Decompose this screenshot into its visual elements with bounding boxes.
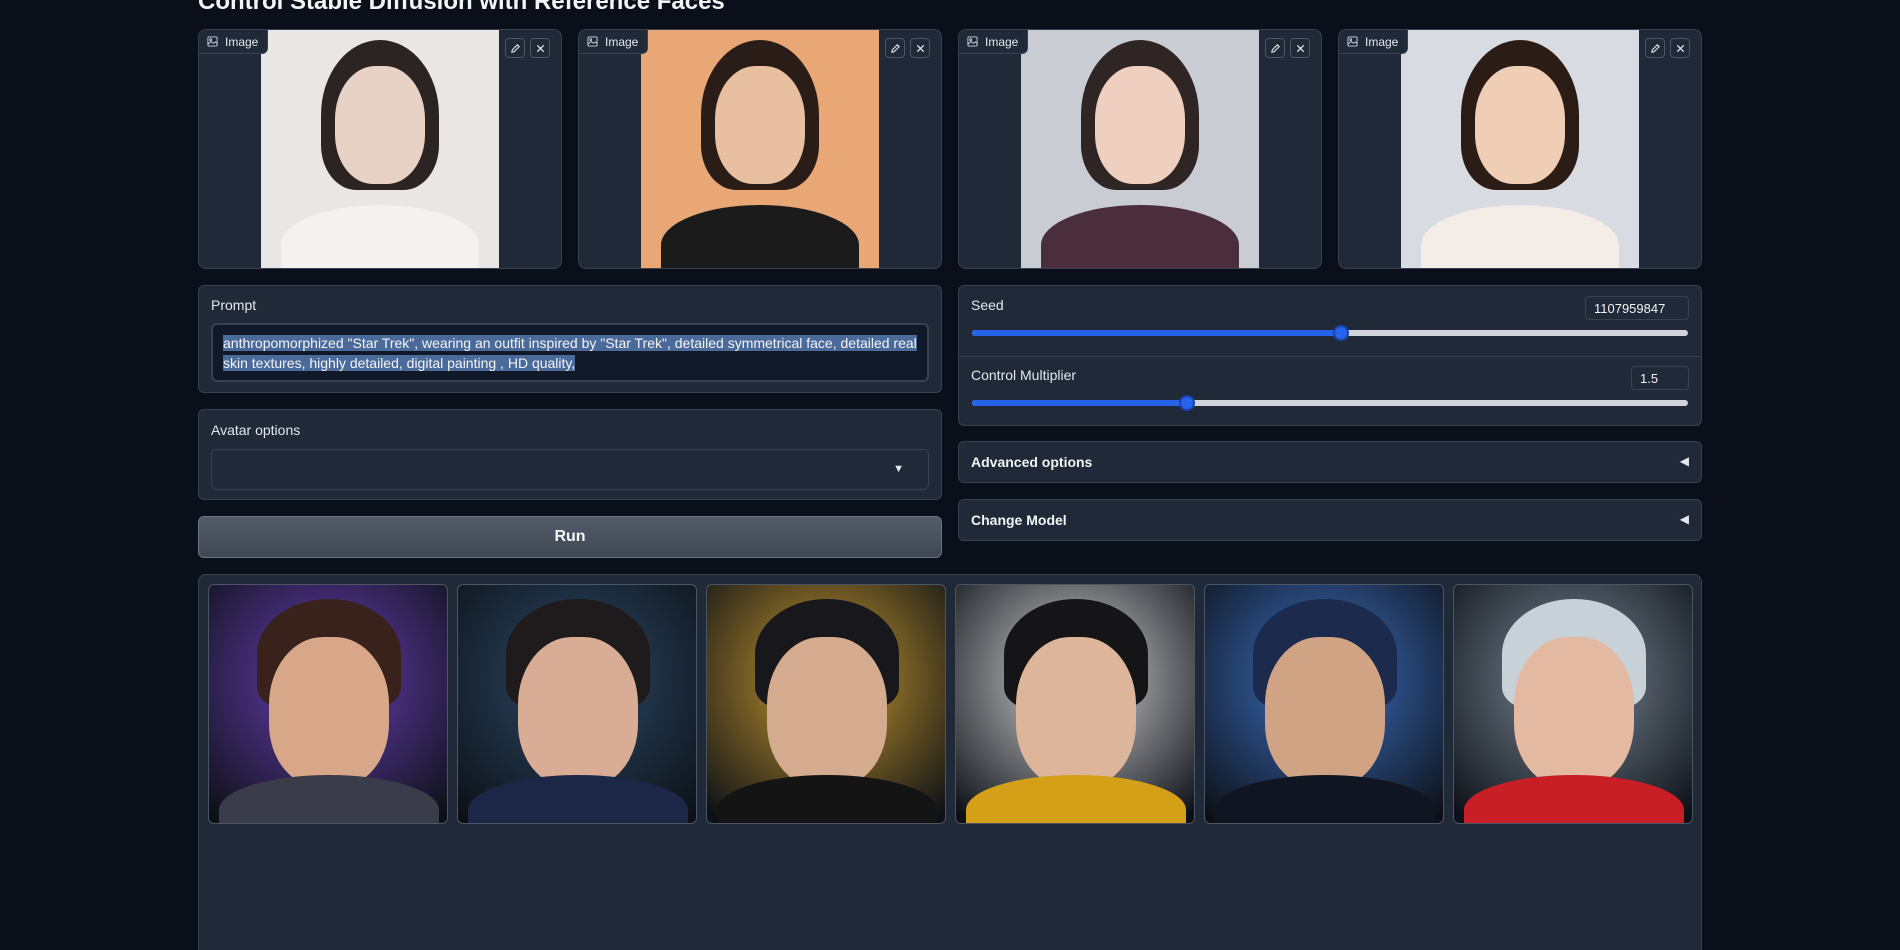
- avatar-options-dropdown[interactable]: ▼: [211, 449, 929, 490]
- image-tag-label: Image: [1365, 34, 1399, 49]
- reference-photo: [1021, 30, 1259, 268]
- thumb-uniform: [966, 775, 1186, 823]
- triangle-left-icon: ◀: [1679, 454, 1689, 468]
- control-multiplier-slider[interactable]: [972, 395, 1688, 411]
- image-icon: [207, 36, 218, 47]
- edit-button[interactable]: [1645, 38, 1665, 58]
- prompt-textarea[interactable]: anthropomorphized "Star Trek", wearing a…: [211, 323, 929, 382]
- image-icon: [587, 36, 598, 47]
- control-multiplier-input[interactable]: 1.5: [1631, 366, 1689, 390]
- sliders-block: Seed 1107959847 Control Multiplier 1.5: [958, 285, 1702, 426]
- thumb-face: [518, 637, 638, 787]
- edit-button[interactable]: [885, 38, 905, 58]
- reference-image-panel[interactable]: Image: [1338, 29, 1702, 269]
- control-multiplier-slider-thumb[interactable]: [1178, 395, 1195, 411]
- photo-face: [1475, 66, 1565, 184]
- prompt-label: Prompt: [211, 297, 257, 313]
- thumb-face: [1514, 637, 1634, 787]
- seed-slider-fill: [972, 330, 1342, 336]
- image-icon: [1347, 36, 1358, 47]
- reference-photo: [641, 30, 879, 268]
- reference-photo: [1401, 30, 1639, 268]
- pencil-icon: [510, 43, 520, 53]
- photo-shoulders: [1421, 205, 1619, 268]
- gallery-thumbnail[interactable]: [1204, 584, 1444, 824]
- seed-slider[interactable]: [972, 325, 1688, 341]
- thumb-face: [1265, 637, 1385, 787]
- caret-down-icon: ▼: [893, 463, 904, 475]
- photo-shoulders: [1041, 205, 1239, 268]
- gallery-thumbnail[interactable]: [208, 584, 448, 824]
- page-title: Control Stable Diffusion with Reference …: [198, 0, 725, 15]
- advanced-options-accordion[interactable]: Advanced options ◀: [958, 441, 1702, 483]
- pencil-icon: [890, 43, 900, 53]
- thumb-uniform: [1215, 775, 1435, 823]
- image-tag-label: Image: [605, 34, 639, 49]
- photo-face: [715, 66, 805, 184]
- clear-button[interactable]: [910, 38, 930, 58]
- clear-button[interactable]: [1670, 38, 1690, 58]
- thumb-face: [269, 637, 389, 787]
- thumb-face: [767, 637, 887, 787]
- photo-face: [1095, 66, 1185, 184]
- thumb-face: [1016, 637, 1136, 787]
- close-icon: [1296, 44, 1304, 52]
- seed-number-input[interactable]: 1107959847: [1585, 296, 1689, 320]
- thumb-uniform: [468, 775, 688, 823]
- prompt-text: anthropomorphized "Star Trek", wearing a…: [223, 335, 917, 371]
- change-model-label: Change Model: [971, 512, 1067, 528]
- seed-label: Seed: [971, 297, 1004, 313]
- clear-button[interactable]: [530, 38, 550, 58]
- advanced-options-label: Advanced options: [971, 454, 1093, 470]
- photo-shoulders: [661, 205, 859, 268]
- gallery-thumbnail[interactable]: [706, 584, 946, 824]
- seed-slider-thumb[interactable]: [1333, 325, 1350, 341]
- thumb-uniform: [1464, 775, 1684, 823]
- image-tag: Image: [1339, 30, 1409, 54]
- control-multiplier-label: Control Multiplier: [971, 367, 1077, 383]
- gallery-thumbnail[interactable]: [457, 584, 697, 824]
- image-icon: [967, 36, 978, 47]
- edit-button[interactable]: [505, 38, 525, 58]
- clear-button[interactable]: [1290, 38, 1310, 58]
- image-tag: Image: [199, 30, 269, 54]
- reference-photo: [261, 30, 499, 268]
- gallery-thumbnail[interactable]: [1453, 584, 1693, 824]
- reference-image-panel[interactable]: Image: [958, 29, 1322, 269]
- image-tag-label: Image: [985, 34, 1019, 49]
- reference-image-panel[interactable]: Image: [578, 29, 942, 269]
- close-icon: [916, 44, 924, 52]
- change-model-accordion[interactable]: Change Model ◀: [958, 499, 1702, 541]
- reference-image-panel[interactable]: Image: [198, 29, 562, 269]
- gallery-thumbnail[interactable]: [955, 584, 1195, 824]
- control-multiplier-slider-fill: [972, 400, 1187, 406]
- thumb-uniform: [219, 775, 439, 823]
- close-icon: [1676, 44, 1684, 52]
- prompt-block: Prompt anthropomorphized "Star Trek", we…: [198, 285, 942, 393]
- image-tag-label: Image: [225, 34, 259, 49]
- run-button[interactable]: Run: [198, 516, 942, 558]
- pencil-icon: [1650, 43, 1660, 53]
- image-tag: Image: [579, 30, 649, 54]
- photo-face: [335, 66, 425, 184]
- image-tag: Image: [959, 30, 1029, 54]
- triangle-left-icon: ◀: [1679, 512, 1689, 526]
- avatar-options-label: Avatar options: [211, 422, 301, 438]
- pencil-icon: [1270, 43, 1280, 53]
- divider: [959, 356, 1701, 357]
- avatar-options-block: Avatar options ▼: [198, 409, 942, 500]
- thumb-uniform: [717, 775, 937, 823]
- close-icon: [536, 44, 544, 52]
- edit-button[interactable]: [1265, 38, 1285, 58]
- output-gallery: [198, 574, 1702, 950]
- photo-shoulders: [281, 205, 479, 268]
